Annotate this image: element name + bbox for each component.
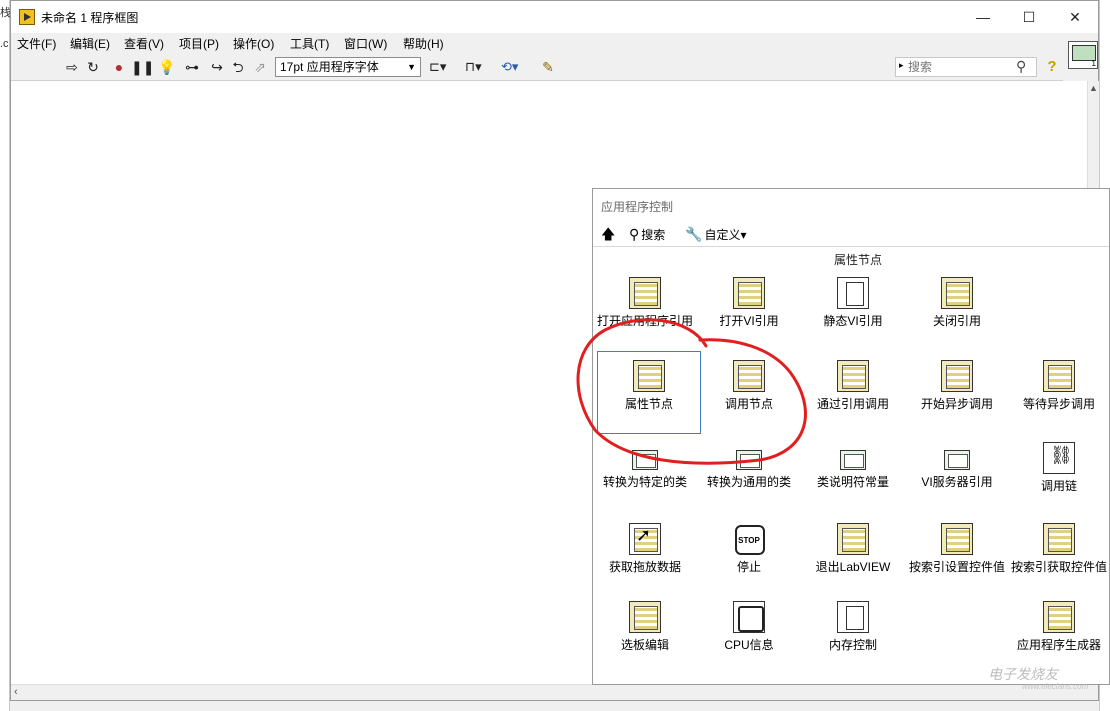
up-arrow-icon: 🡅 (601, 226, 616, 242)
palette-item-invoke-node[interactable]: 调用节点 (697, 360, 801, 412)
palette-item-vi-server-ref[interactable]: VI服务器引用 (905, 442, 1009, 490)
vi-server-ref-icon (944, 450, 970, 470)
palette-item-property-node[interactable]: 属性节点 (597, 351, 701, 434)
stop-icon (733, 523, 765, 555)
palette-customize-button[interactable]: 🔧 自定义▾ (685, 225, 746, 244)
static-vi-ref-icon (837, 277, 869, 309)
chevron-down-icon: ▼ (407, 62, 416, 72)
minimize-button[interactable]: — (960, 1, 1006, 33)
chevron-right-icon[interactable]: ▸ (899, 60, 904, 71)
palette-item-memory-control[interactable]: 内存控制 (801, 601, 905, 653)
call-by-ref-icon (837, 360, 869, 392)
toolbar: ⇨ ↻ ● ❚❚ 💡 ⊶ ↪ ⮌ ⇗ 17pt 应用程序字体 ▼ ⊏▾ ⊓▾ ⟲… (11, 53, 1063, 81)
class-specifier-constant-icon (840, 450, 866, 470)
run-continuously-icon[interactable]: ↻ (84, 58, 102, 76)
palette-search-button[interactable]: ⚲ 搜索 (629, 225, 665, 244)
search-box: ▸ ⚲ (895, 57, 1037, 77)
palette-item-to-specific-class[interactable]: 转换为特定的类 (593, 442, 697, 490)
open-vi-ref-icon (733, 277, 765, 309)
search-icon: ⚲ (629, 226, 640, 242)
wait-async-call-icon (1043, 360, 1075, 392)
window-title: 未命名 1 程序框图 (41, 11, 139, 25)
reorder-icon[interactable]: ⟲▾ (501, 58, 518, 76)
to-more-specific-class-icon (632, 450, 658, 470)
watermark: 电子发烧友 www.elecfans.com (988, 666, 1089, 691)
property-node-icon (633, 360, 665, 392)
retain-wire-values-icon[interactable]: ⊶ (183, 58, 201, 76)
memory-control-icon (837, 601, 869, 633)
align-objects-icon[interactable]: ⊏▾ (429, 58, 446, 76)
font-select-value: 17pt 应用程序字体 (280, 60, 379, 74)
get-drag-drop-data-icon (629, 523, 661, 555)
palette-toolbar: 🡅 ⚲ 搜索 🔧 自定义▾ (593, 221, 1109, 247)
menu-edit-icon (629, 601, 661, 633)
run-arrow-icon[interactable]: ⇨ (63, 58, 81, 76)
app-builder-icon (1043, 601, 1075, 633)
menu-tools[interactable]: 工具(T) (290, 35, 329, 52)
palette-item-cpu-info[interactable]: CPU信息 (697, 601, 801, 653)
highlight-execution-icon[interactable]: 💡 (158, 58, 176, 76)
palette-item-menu-edit[interactable]: 选板编辑 (593, 601, 697, 653)
palette-item-get-drag-drop-data[interactable]: 获取拖放数据 (593, 523, 697, 575)
palette-item-get-control-value-by-index[interactable]: 按索引获取控件值 (1007, 523, 1110, 575)
vi-icon[interactable]: 1 (1068, 41, 1098, 69)
step-out-icon[interactable]: ⇗ (251, 58, 269, 76)
palette-item-close-ref[interactable]: 关闭引用 (905, 277, 1009, 329)
palette-item-set-control-value-by-index[interactable]: 按索引设置控件值 (905, 523, 1009, 575)
menu-bar: 文件(F) 编辑(E) 查看(V) 项目(P) 操作(O) 工具(T) 窗口(W… (11, 33, 1098, 53)
search-icon[interactable]: ⚲ (1016, 58, 1026, 75)
scroll-up-icon[interactable]: ▲ (1089, 83, 1098, 93)
palette-item-static-vi-ref[interactable]: 静态VI引用 (801, 277, 905, 329)
call-chain-icon (1043, 442, 1075, 474)
to-more-generic-class-icon (736, 450, 762, 470)
palette-title: 应用程序控制 (601, 200, 674, 214)
set-control-value-by-index-icon (941, 523, 973, 555)
palette-item-to-generic-class[interactable]: 转换为通用的类 (697, 442, 801, 490)
palette-item-quit-labview[interactable]: 退出LabVIEW (801, 523, 905, 575)
desktop-left-edge: 栈 .c (0, 0, 11, 711)
menu-window[interactable]: 窗口(W) (344, 35, 387, 52)
palette-section-title: 属性节点 (833, 253, 882, 267)
horizontal-scrollbar[interactable]: ‹ (11, 684, 1087, 700)
palette-item-stop[interactable]: 停止 (697, 523, 801, 575)
start-async-call-icon (941, 360, 973, 392)
abort-icon[interactable]: ● (110, 58, 128, 76)
palette-item-app-builder[interactable]: 应用程序生成器 (1007, 601, 1110, 653)
palette-item-call-by-ref[interactable]: 通过引用调用 (801, 360, 905, 412)
close-button[interactable]: ✕ (1052, 1, 1098, 33)
palette-item-start-async-call[interactable]: 开始异步调用 (905, 360, 1009, 412)
close-ref-icon (941, 277, 973, 309)
maximize-button[interactable]: ☐ (1006, 1, 1052, 33)
palette-up-button[interactable]: 🡅 (601, 225, 617, 244)
menu-help[interactable]: 帮助(H) (403, 35, 444, 52)
menu-file[interactable]: 文件(F) (17, 35, 56, 52)
labview-app-icon (19, 9, 35, 25)
palette-item-open-vi-ref[interactable]: 打开VI引用 (697, 277, 801, 329)
palette-item-open-app-ref[interactable]: 打开应用程序引用 (593, 277, 697, 329)
application-control-palette: 应用程序控制 🡅 ⚲ 搜索 🔧 自定义▾ 属性节点 打开应用程序引用 打开VI引用 … (592, 188, 1110, 685)
font-select[interactable]: 17pt 应用程序字体 ▼ (275, 57, 421, 77)
wrench-icon: 🔧 (685, 226, 703, 242)
title-bar[interactable]: 未命名 1 程序框图 — ☐ ✕ (11, 1, 1098, 33)
scroll-left-icon[interactable]: ‹ (14, 686, 18, 698)
search-input[interactable] (908, 59, 1008, 75)
step-into-icon[interactable]: ↪ (208, 58, 226, 76)
palette-item-wait-async-call[interactable]: 等待异步调用 (1007, 360, 1110, 412)
menu-project[interactable]: 项目(P) (179, 35, 219, 52)
palette-item-call-chain[interactable]: 调用链 (1007, 442, 1110, 494)
menu-edit[interactable]: 编辑(E) (70, 35, 110, 52)
help-icon[interactable]: ? (1045, 58, 1059, 76)
get-control-value-by-index-icon (1043, 523, 1075, 555)
invoke-node-icon (733, 360, 765, 392)
step-over-icon[interactable]: ⮌ (229, 58, 247, 76)
menu-operate[interactable]: 操作(O) (233, 35, 274, 52)
pause-icon[interactable]: ❚❚ (131, 58, 154, 76)
menu-view[interactable]: 查看(V) (124, 35, 164, 52)
cpu-info-icon (733, 601, 765, 633)
palette-item-class-specifier-constant[interactable]: 类说明符常量 (801, 442, 905, 490)
open-app-ref-icon (629, 277, 661, 309)
quit-labview-icon (837, 523, 869, 555)
cleanup-diagram-icon[interactable]: ✎ (539, 58, 557, 76)
distribute-objects-icon[interactable]: ⊓▾ (465, 58, 482, 76)
